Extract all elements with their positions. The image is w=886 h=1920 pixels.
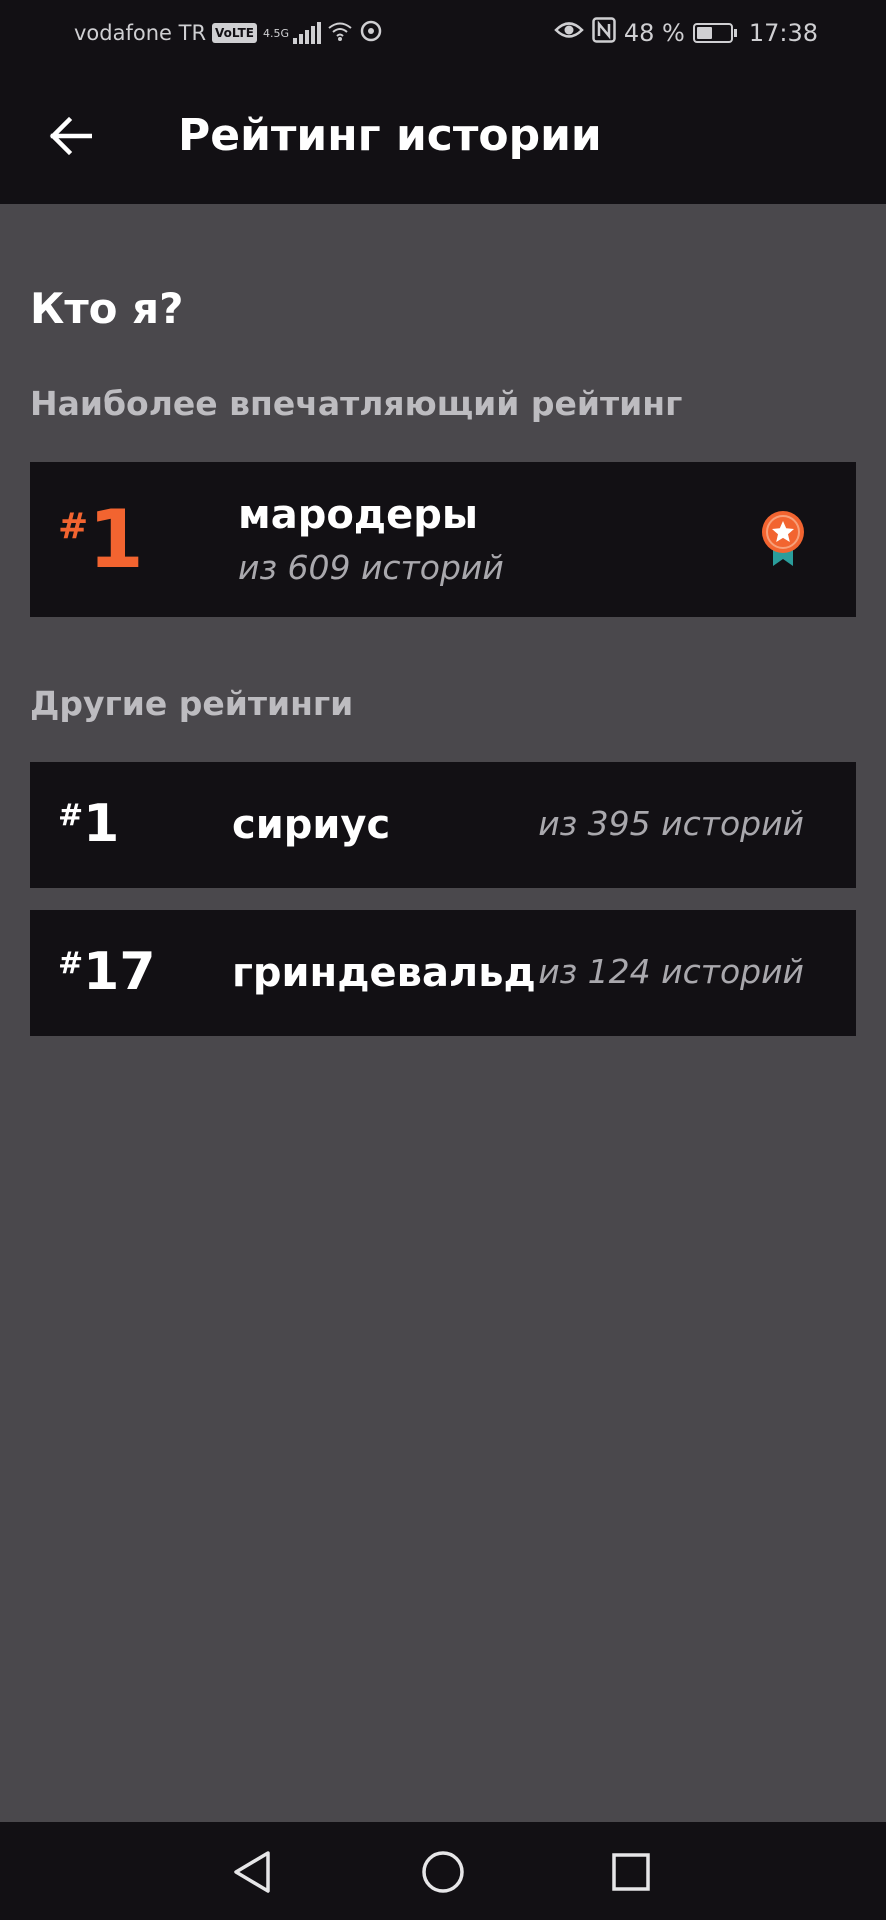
nav-recents-button[interactable]: [605, 1846, 657, 1898]
rank: # 1: [58, 796, 119, 852]
volte-badge: VoLTE: [212, 23, 257, 43]
nfc-icon: [592, 17, 616, 49]
back-button[interactable]: [40, 106, 100, 166]
status-right: 48 % 17:38: [554, 17, 818, 49]
rank: # 17: [58, 944, 156, 1000]
status-bar: vodafone TR VoLTE 4.5G 48 % 17:38: [0, 0, 886, 66]
rating-card-2[interactable]: # 17 гриндевальд из 124 историй: [30, 910, 856, 1036]
story-count: из 395 историй: [538, 804, 804, 843]
status-left: vodafone TR VoLTE 4.5G: [74, 18, 383, 48]
rank-number: 1: [88, 493, 144, 586]
house-name: мародеры: [238, 492, 479, 538]
rank-hash: #: [58, 946, 84, 981]
page-title: Рейтинг истории: [178, 110, 602, 161]
circle-home-icon: [422, 1851, 464, 1893]
story-title: Кто я?: [30, 284, 184, 333]
screen: vodafone TR VoLTE 4.5G 48 % 17:38 Рейтин…: [0, 0, 886, 1920]
nav-home-button[interactable]: [417, 1846, 469, 1898]
signal-icon: [293, 22, 321, 44]
featured-rank: # 1: [58, 500, 144, 580]
story-count: из 124 историй: [538, 952, 804, 991]
eye-icon: [554, 19, 584, 47]
network-type: 4.5G: [262, 26, 289, 40]
carrier-name: vodafone TR: [74, 21, 207, 45]
clock: 17:38: [748, 19, 818, 47]
award-ribbon-icon: [760, 510, 806, 574]
house-name: сириус: [232, 802, 391, 848]
navigation-bar: [0, 1822, 886, 1920]
featured-section-label: Наиболее впечатляющий рейтинг: [30, 384, 683, 423]
featured-rating-card[interactable]: # 1 мародеры из 609 историй: [30, 462, 856, 617]
battery-level: [696, 27, 712, 39]
sync-icon: [359, 19, 383, 48]
battery-icon: [692, 23, 737, 43]
triangle-back-icon: [234, 1851, 270, 1893]
rating-card-1[interactable]: # 1 сириус из 395 историй: [30, 762, 856, 888]
rank-hash: #: [58, 798, 84, 833]
story-count: из 609 историй: [238, 548, 504, 587]
house-name: гриндевальд: [232, 950, 536, 996]
battery-percent: 48 %: [623, 19, 685, 47]
nav-back-button[interactable]: [226, 1846, 278, 1898]
square-recents-icon: [612, 1853, 650, 1891]
rank-number: 1: [83, 794, 120, 854]
arrow-left-icon: [49, 116, 92, 156]
app-bar: Рейтинг истории: [0, 66, 886, 204]
wifi-icon: [327, 20, 353, 47]
rank-number: 17: [83, 942, 156, 1002]
rank-hash: #: [58, 506, 89, 547]
other-section-label: Другие рейтинги: [30, 684, 354, 723]
